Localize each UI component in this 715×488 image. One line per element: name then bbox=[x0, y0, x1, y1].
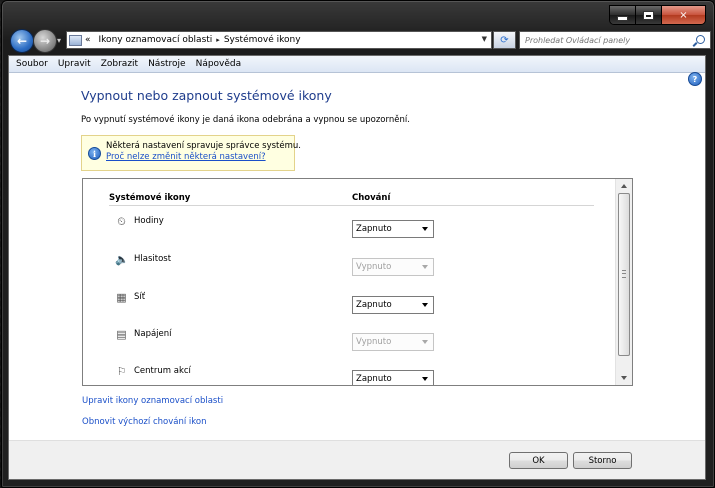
clock-behavior-select[interactable]: Zapnuto bbox=[352, 220, 434, 238]
breadcrumb-prefix[interactable]: « bbox=[85, 35, 91, 45]
intro-text: Po vypnutí systémové ikony je daná ikona… bbox=[81, 115, 410, 125]
address-dropdown-icon[interactable]: ▼ bbox=[482, 35, 487, 43]
network-behavior-select[interactable]: Zapnuto bbox=[352, 296, 434, 314]
maximize-button[interactable] bbox=[636, 6, 662, 24]
breadcrumb-item-notification-icons[interactable]: Ikony oznamovací oblasti bbox=[99, 35, 213, 45]
power-behavior-select: Vypnuto bbox=[352, 333, 434, 351]
breadcrumb-separator[interactable]: ▸ bbox=[216, 36, 220, 44]
header-divider bbox=[109, 205, 594, 206]
volume-icon: 🔈 bbox=[115, 253, 129, 266]
search-box[interactable] bbox=[519, 31, 711, 49]
maximize-icon bbox=[644, 11, 653, 19]
list-item-volume: 🔈 Hlasitost Vypnuto bbox=[83, 253, 613, 290]
customize-notification-icons-link[interactable]: Upravit ikony oznamovací oblasti bbox=[82, 396, 223, 406]
restore-default-behaviors-link[interactable]: Obnovit výchozí chování ikon bbox=[82, 417, 206, 427]
scrollbar-thumb[interactable] bbox=[618, 193, 630, 356]
row-label: Napájení bbox=[134, 329, 172, 339]
select-value: Vypnuto bbox=[356, 262, 392, 272]
forward-arrow-icon: → bbox=[39, 34, 51, 48]
vertical-scrollbar[interactable] bbox=[615, 179, 632, 385]
flag-icon: ⚐ bbox=[116, 365, 127, 378]
action-center-behavior-select[interactable]: Zapnuto bbox=[352, 370, 434, 385]
select-value: Zapnuto bbox=[356, 374, 392, 384]
minimize-icon bbox=[618, 16, 627, 20]
info-text: Některá nastavení spravuje správce systé… bbox=[106, 141, 301, 151]
menu-file[interactable]: Soubor bbox=[11, 59, 53, 69]
select-value: Zapnuto bbox=[356, 224, 392, 234]
minimize-button[interactable] bbox=[610, 6, 636, 24]
caption-buttons: × bbox=[609, 5, 706, 25]
client-area: Soubor Upravit Zobrazit Nástroje Nápověd… bbox=[8, 55, 706, 480]
power-icon: ▤ bbox=[116, 328, 127, 341]
column-header-behavior: Chování bbox=[352, 193, 391, 203]
back-arrow-icon: ← bbox=[16, 34, 28, 48]
row-label: Hlasitost bbox=[134, 254, 172, 264]
row-label: Centrum akcí bbox=[134, 366, 191, 376]
menu-help[interactable]: Nápověda bbox=[191, 59, 247, 69]
chevron-down-icon bbox=[422, 377, 428, 381]
menu-bar: Soubor Upravit Zobrazit Nástroje Nápověd… bbox=[9, 56, 705, 73]
chevron-down-icon bbox=[422, 265, 428, 269]
control-panel-icon bbox=[69, 34, 82, 46]
info-icon: i bbox=[88, 147, 101, 160]
forward-button[interactable]: → bbox=[33, 29, 57, 53]
refresh-button[interactable]: ⟳ bbox=[493, 31, 516, 49]
menu-view[interactable]: Zobrazit bbox=[96, 59, 143, 69]
menu-edit[interactable]: Upravit bbox=[53, 59, 96, 69]
network-icon: ▦ bbox=[116, 291, 127, 304]
address-bar[interactable]: « Ikony oznamovací oblasti ▸ Systémové i… bbox=[66, 31, 492, 49]
select-value: Vypnuto bbox=[356, 337, 392, 347]
search-input[interactable] bbox=[525, 35, 685, 45]
why-cant-change-link[interactable]: Proč nelze změnit některá nastavení? bbox=[106, 152, 288, 163]
admin-info-box: i Některá nastavení spravuje správce sys… bbox=[81, 135, 301, 171]
row-label: Síť bbox=[134, 292, 146, 302]
chevron-down-icon bbox=[422, 340, 428, 344]
row-label: Hodiny bbox=[134, 216, 164, 226]
refresh-icon: ⟳ bbox=[500, 34, 509, 46]
list-item-power: ▤ Napájení Vypnuto bbox=[83, 328, 613, 365]
system-icons-list: Systémové ikony Chování ⏲ Hodiny Zapnuto… bbox=[82, 178, 633, 386]
close-button[interactable]: × bbox=[662, 6, 705, 24]
chevron-down-icon bbox=[422, 303, 428, 307]
list-item-network: ▦ Síť Zapnuto bbox=[83, 291, 613, 328]
list-item-clock: ⏲ Hodiny Zapnuto bbox=[83, 215, 613, 252]
clock-icon: ⏲ bbox=[117, 215, 126, 228]
chevron-down-icon bbox=[422, 227, 428, 231]
search-icon[interactable] bbox=[696, 35, 705, 44]
page-title: Vypnout nebo zapnout systémové ikony bbox=[81, 88, 332, 103]
button-bar: OK Storno bbox=[9, 440, 705, 479]
cancel-button[interactable]: Storno bbox=[573, 452, 632, 469]
help-icon[interactable]: ? bbox=[688, 72, 702, 86]
volume-behavior-select: Vypnuto bbox=[352, 258, 434, 276]
scroll-down-arrow-icon[interactable] bbox=[616, 371, 632, 385]
select-value: Zapnuto bbox=[356, 300, 392, 310]
column-header-system-icons: Systémové ikony bbox=[109, 193, 191, 203]
menu-tools[interactable]: Nástroje bbox=[143, 59, 191, 69]
back-button[interactable]: ← bbox=[10, 29, 34, 53]
navigation-bar: ← → ▾ « Ikony oznamovací oblasti ▸ Systé… bbox=[8, 29, 711, 53]
close-icon: × bbox=[679, 9, 688, 21]
recent-pages-dropdown[interactable]: ▾ bbox=[57, 36, 61, 45]
scroll-up-arrow-icon[interactable] bbox=[616, 179, 632, 193]
breadcrumb-item-system-icons[interactable]: Systémové ikony bbox=[224, 35, 301, 45]
list-item-action-center: ⚐ Centrum akcí Zapnuto bbox=[83, 365, 613, 385]
ok-button[interactable]: OK bbox=[509, 452, 568, 469]
grip-icon bbox=[622, 270, 626, 278]
